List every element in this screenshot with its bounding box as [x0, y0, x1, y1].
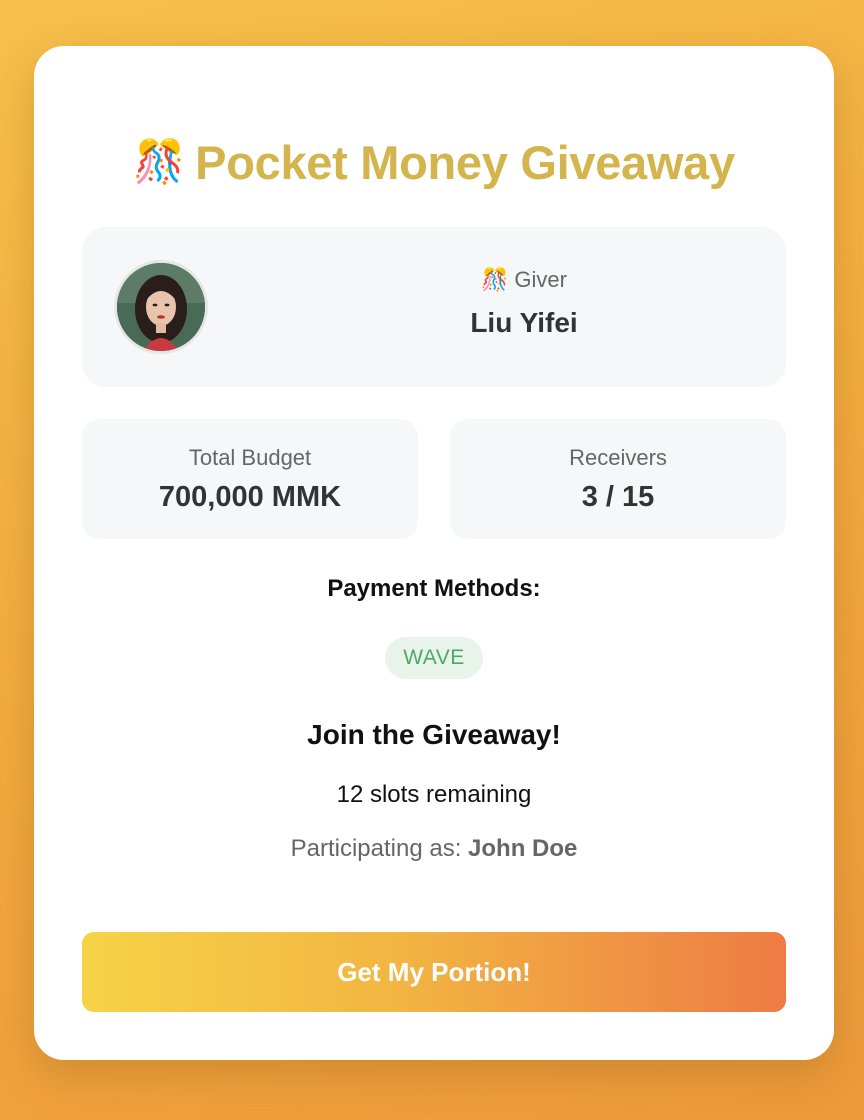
giver-card: 🎊 Giver Liu Yifei [82, 227, 786, 387]
confetti-icon: 🎊 [481, 267, 509, 292]
page-title-text: Pocket Money Giveaway [195, 135, 735, 189]
participant-name: John Doe [468, 835, 578, 862]
giver-name: Liu Yifei [470, 307, 578, 338]
participating-as: Participating as: John Doe [82, 835, 786, 863]
slots-remaining: 12 slots remaining [336, 781, 532, 808]
payment-methods-list: WAVE [82, 637, 786, 679]
avatar [114, 260, 208, 354]
receivers-label: Receivers [569, 445, 667, 470]
total-budget-card: Total Budget 700,000 MMK [82, 419, 418, 539]
join-title: Join the Giveaway! [307, 719, 561, 750]
total-budget-value: 700,000 MMK [158, 481, 342, 513]
get-portion-button[interactable]: Get My Portion! [82, 932, 786, 1012]
receivers-card: Receivers 3 / 15 [450, 419, 786, 539]
giver-info: 🎊 Giver Liu Yifei [262, 267, 786, 339]
confetti-icon: 🎊 [133, 137, 186, 185]
payment-methods-title: Payment Methods: [327, 575, 541, 602]
giveaway-card: 🎊 Pocket Money Giveaway 🎊 Giver Liu Yife… [34, 46, 834, 1060]
giver-label-text: Giver [514, 267, 567, 292]
page-title: 🎊 Pocket Money Giveaway [82, 132, 786, 192]
receivers-value: 3 / 15 [581, 481, 655, 513]
payment-method-badge: WAVE [385, 637, 483, 679]
avatar-image [117, 263, 205, 351]
participating-prefix: Participating as: [290, 835, 462, 862]
giver-label: 🎊 Giver [262, 267, 786, 293]
total-budget-label: Total Budget [188, 445, 312, 470]
stats-row: Total Budget 700,000 MMK Receivers 3 / 1… [82, 419, 786, 539]
